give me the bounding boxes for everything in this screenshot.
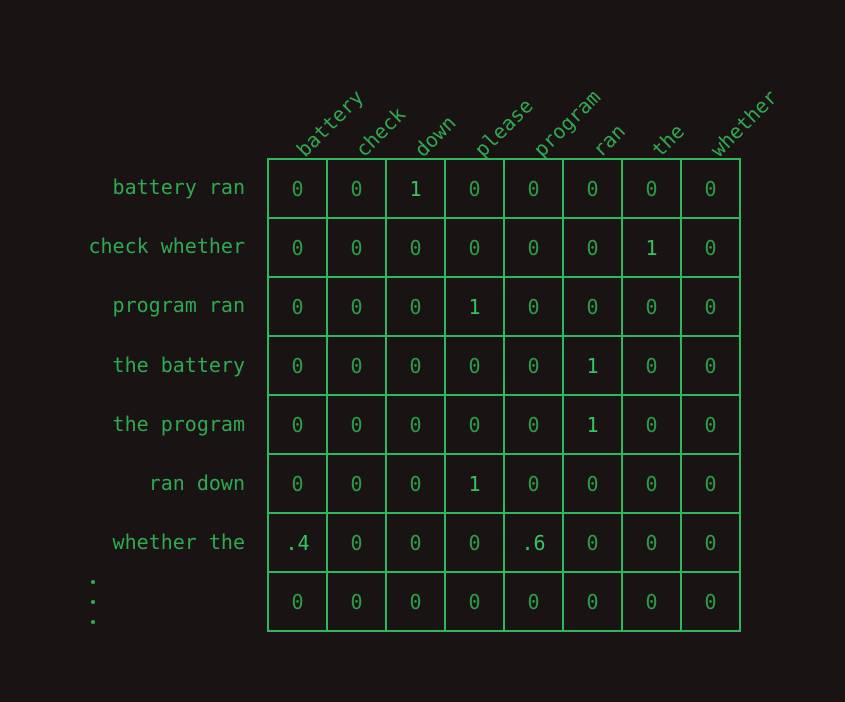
matrix-cell: 1 <box>446 455 505 514</box>
matrix-cell: 0 <box>328 573 387 632</box>
matrix-cell: 0 <box>328 396 387 455</box>
matrix-cell: 0 <box>564 455 623 514</box>
matrix-cell: 0 <box>623 278 682 337</box>
matrix-row: 00010000 <box>269 278 741 337</box>
matrix-row: 00000010 <box>269 219 741 278</box>
matrix-cell: 0 <box>446 573 505 632</box>
matrix-cell: 0 <box>682 396 741 455</box>
matrix-cell: 0 <box>328 278 387 337</box>
column-header-whether: whether <box>705 84 783 162</box>
matrix-cell: 0 <box>505 337 564 396</box>
vertical-ellipsis-dot <box>90 600 95 604</box>
matrix-cell: 0 <box>682 278 741 337</box>
matrix-cell: 0 <box>387 573 446 632</box>
matrix-cell: 0 <box>387 455 446 514</box>
row-label-whether-the: whether the <box>112 530 245 555</box>
attention-matrix-figure: battery check down please program ran the wheth… <box>0 0 845 702</box>
matrix-cell: 0 <box>682 219 741 278</box>
row-label-column: battery ran check whether program ran the b… <box>0 158 245 632</box>
matrix-cell: 0 <box>387 278 446 337</box>
matrix-cell: 0 <box>623 160 682 219</box>
column-header-down: down <box>409 110 462 162</box>
matrix-cell: 0 <box>269 337 328 396</box>
matrix-cell: 1 <box>623 219 682 278</box>
vertical-ellipsis-dot <box>90 619 95 624</box>
matrix-cell: 0 <box>623 573 682 632</box>
matrix-row: 00000100 <box>269 337 741 396</box>
column-header-please: please <box>469 93 538 162</box>
column-header-ran: ran <box>587 119 631 162</box>
matrix-cell: .4 <box>269 514 328 573</box>
matrix-cell: 0 <box>623 514 682 573</box>
row-label-the-program: the program <box>112 411 245 436</box>
matrix-cell: 0 <box>623 396 682 455</box>
matrix-cell: 0 <box>328 514 387 573</box>
matrix-cell: 0 <box>269 396 328 455</box>
matrix-cell: .6 <box>505 514 564 573</box>
matrix-cell: 0 <box>446 396 505 455</box>
matrix-cell: 0 <box>387 514 446 573</box>
matrix-cell: 0 <box>564 160 623 219</box>
matrix-cell: 0 <box>623 455 682 514</box>
matrix-row: 00000100 <box>269 396 741 455</box>
matrix-cell: 1 <box>564 337 623 396</box>
matrix-cell: 0 <box>505 396 564 455</box>
matrix-row: 00000000 <box>269 573 741 632</box>
matrix-cell: 0 <box>269 278 328 337</box>
matrix-cell: 0 <box>446 219 505 278</box>
matrix-cell: 1 <box>564 396 623 455</box>
matrix-row: 00100000 <box>269 160 741 219</box>
column-header-program: program <box>528 84 605 162</box>
matrix-cell: 0 <box>446 337 505 396</box>
row-label-program-ran: program ran <box>112 293 245 318</box>
matrix-cell: 0 <box>564 514 623 573</box>
matrix-cell: 0 <box>269 160 328 219</box>
matrix-cell: 0 <box>682 514 741 573</box>
matrix-cell: 0 <box>564 573 623 632</box>
matrix-cell: 0 <box>446 514 505 573</box>
matrix-cell: 0 <box>623 337 682 396</box>
matrix-cell: 0 <box>682 160 741 219</box>
matrix-cell: 0 <box>269 573 328 632</box>
matrix-cell: 0 <box>505 573 564 632</box>
row-label-check-whether: check whether <box>88 234 245 259</box>
matrix-cell: 0 <box>682 573 741 632</box>
matrix-cell: 1 <box>387 160 446 219</box>
matrix-cell: 0 <box>682 455 741 514</box>
row-label-ellipsis <box>0 572 245 631</box>
vertical-ellipsis-dot <box>90 580 95 585</box>
matrix-cell: 0 <box>387 219 446 278</box>
matrix-cell: 0 <box>328 337 387 396</box>
matrix-grid: 0010000000000010000100000000010000000100… <box>267 158 741 632</box>
matrix-cell: 0 <box>682 337 741 396</box>
matrix-cell: 0 <box>446 160 505 219</box>
matrix-cell: 0 <box>505 219 564 278</box>
matrix-cell: 0 <box>328 219 387 278</box>
column-header-battery: battery <box>291 84 369 162</box>
matrix-cell: 0 <box>505 278 564 337</box>
matrix-row: 00010000 <box>269 455 741 514</box>
matrix-cell: 0 <box>564 278 623 337</box>
matrix-cell: 0 <box>269 219 328 278</box>
column-header-the: the <box>646 119 690 162</box>
matrix-cell: 0 <box>387 396 446 455</box>
matrix-cell: 0 <box>328 160 387 219</box>
matrix-cell: 0 <box>269 455 328 514</box>
row-label-ran-down: ran down <box>148 470 245 495</box>
matrix-cell: 0 <box>564 219 623 278</box>
matrix-cell: 1 <box>446 278 505 337</box>
column-header-band: battery check down please program ran the wheth… <box>0 0 845 162</box>
matrix-cell: 0 <box>387 337 446 396</box>
matrix-cell: 0 <box>328 455 387 514</box>
matrix-cell: 0 <box>505 160 564 219</box>
matrix-row: .4 0 0 0.6 0 0 0 <box>269 514 741 573</box>
row-label-battery-ran: battery ran <box>112 175 245 199</box>
matrix-cell: 0 <box>505 455 564 514</box>
row-label-the-battery: the battery <box>112 352 245 377</box>
